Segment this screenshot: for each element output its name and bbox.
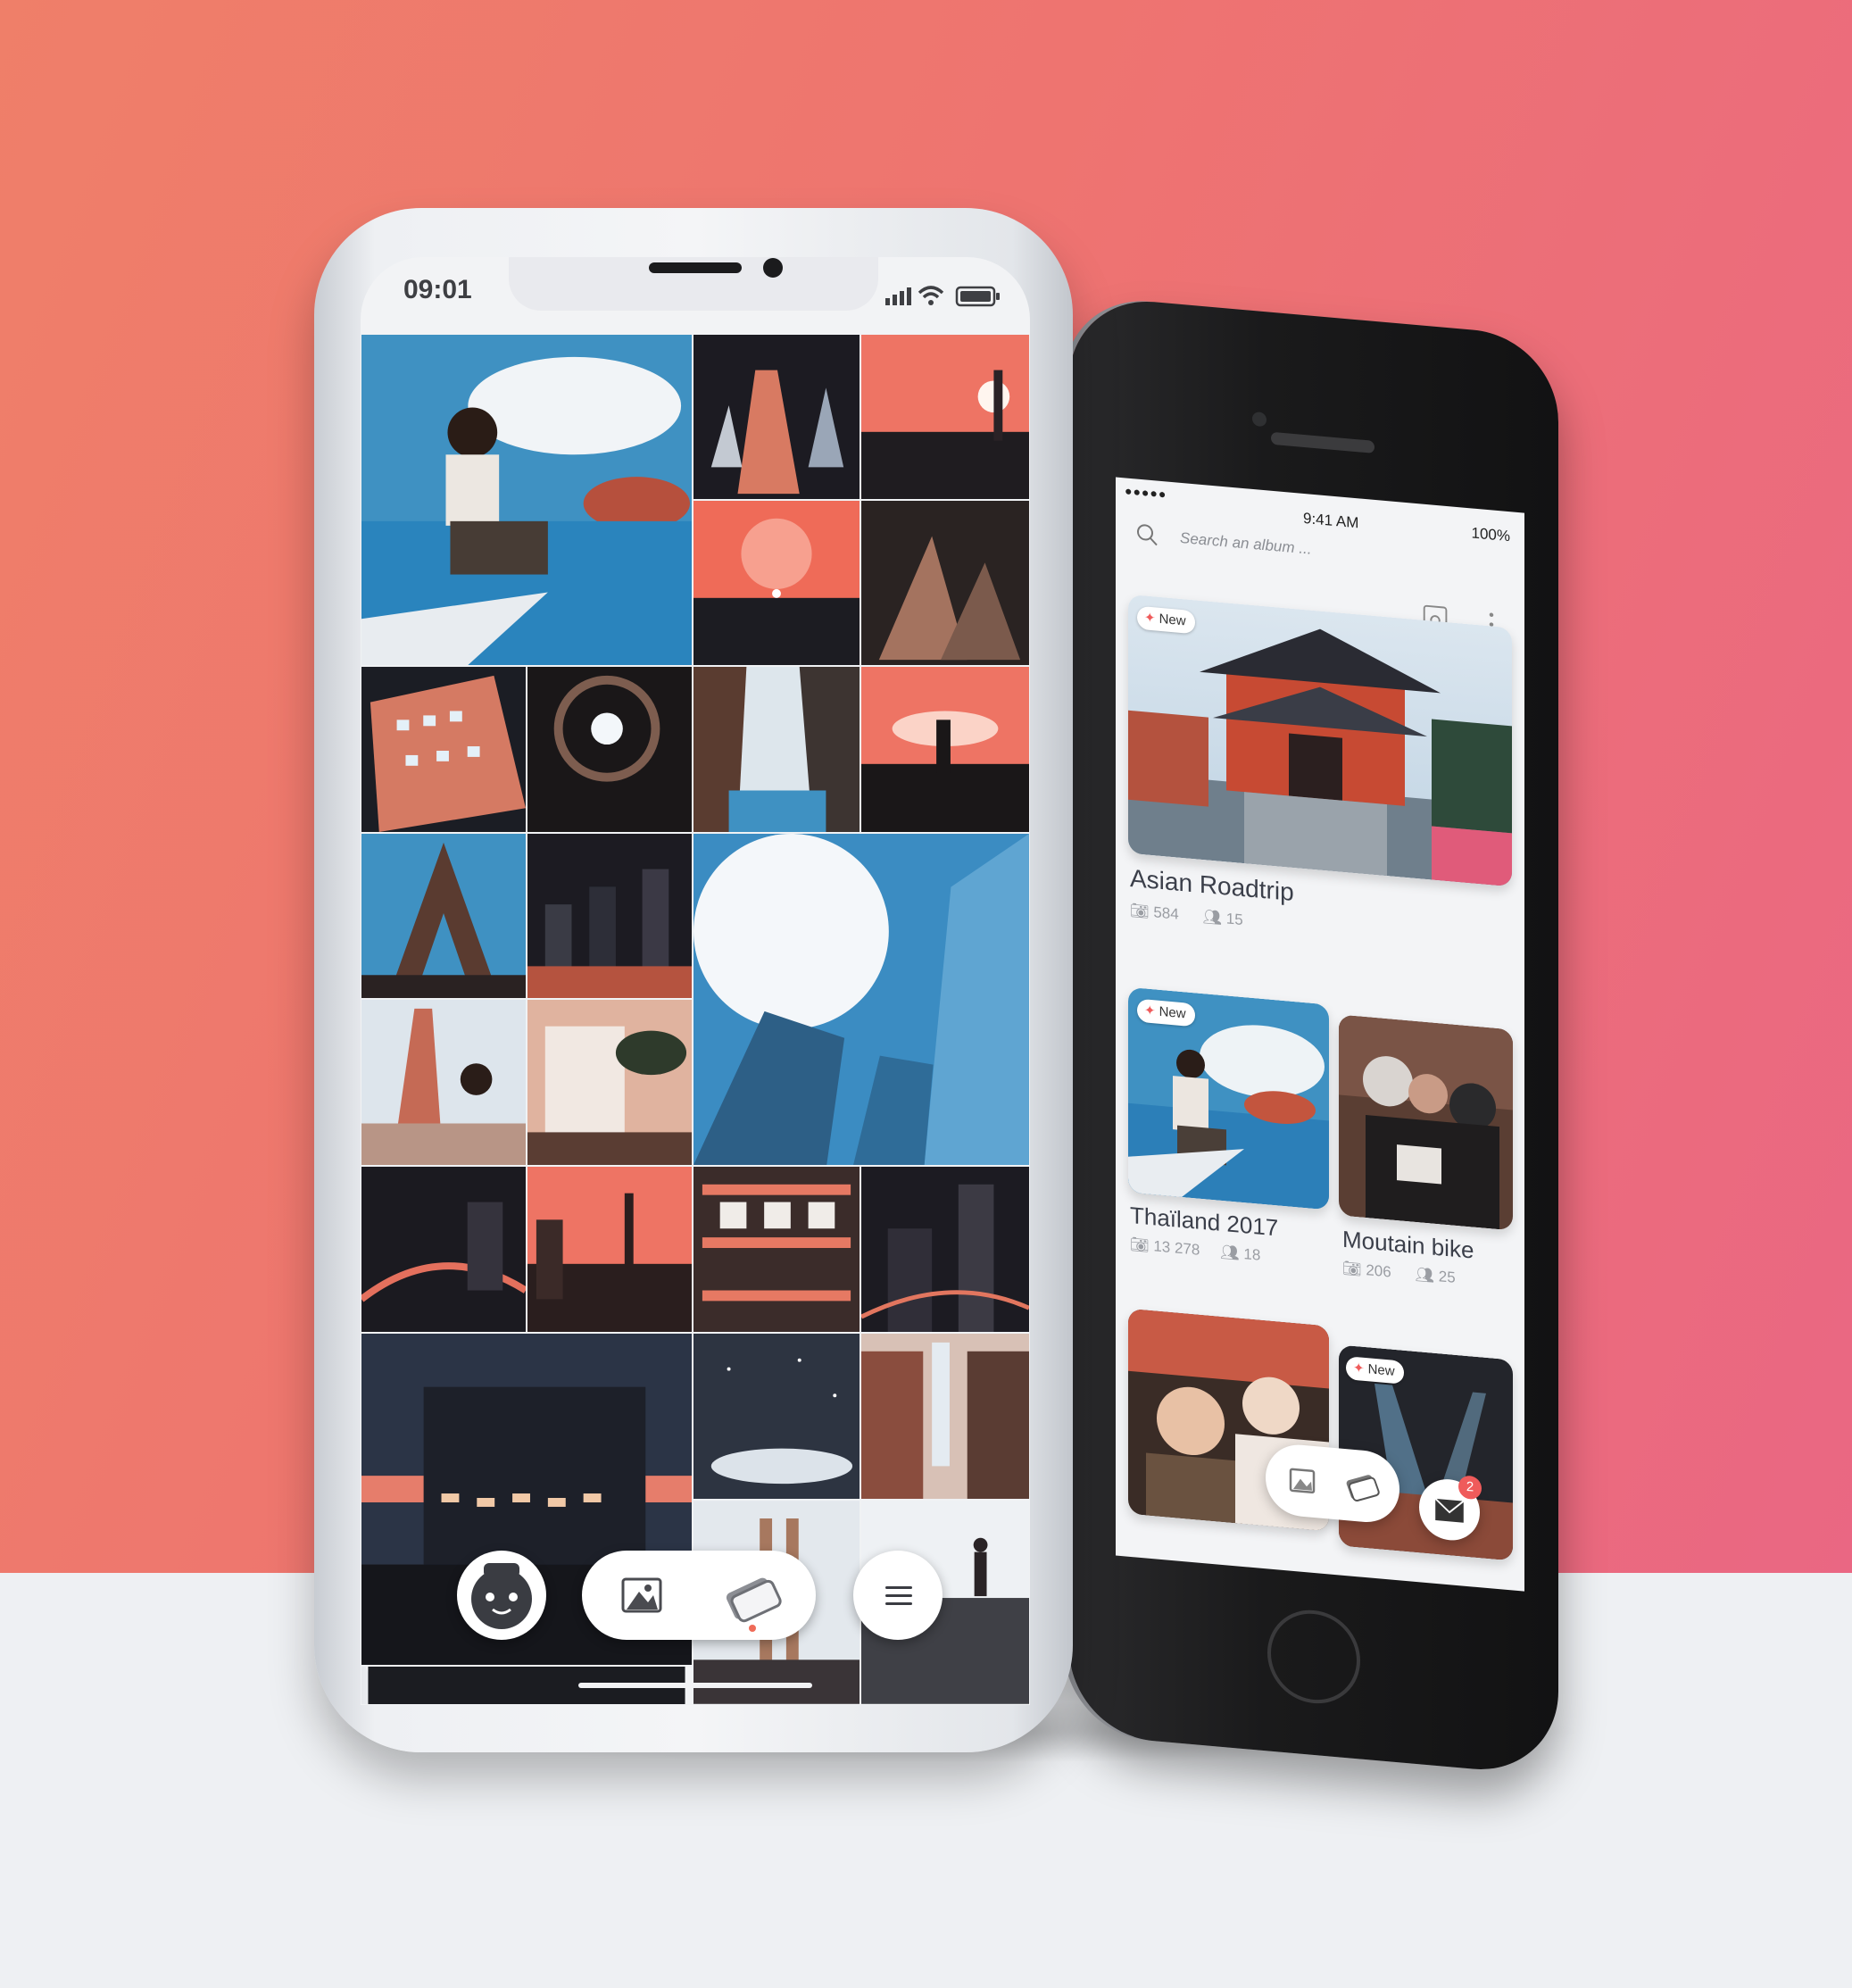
front-camera (763, 258, 783, 278)
album-stats: 📷︎ 13 278 👥︎ 18 (1130, 1235, 1326, 1274)
earpiece-speaker (649, 262, 742, 273)
status-time: 9:41 AM (1303, 509, 1359, 532)
photo-tile[interactable] (361, 999, 527, 1166)
photo-tile[interactable] (860, 666, 1030, 833)
photo-tile[interactable] (693, 666, 860, 833)
member-count: 18 (1243, 1245, 1261, 1264)
home-button[interactable] (1267, 1606, 1360, 1708)
member-count: 25 (1438, 1268, 1456, 1286)
photo-tile[interactable] (361, 833, 527, 999)
right-phone-screen: ●●●●● 9:41 AM 100% Search an album ... ✦… (1116, 477, 1524, 1592)
mascot-avatar-icon (471, 1563, 532, 1629)
active-tab-indicator (749, 1625, 756, 1632)
album-card-thailand[interactable]: ✦ New (1128, 986, 1329, 1210)
photo-tile[interactable] (860, 1333, 1030, 1500)
album-title: Asian Roadtrip (1130, 863, 1294, 907)
album-cover-temple (1128, 594, 1512, 887)
album-title: Moutain bike (1342, 1225, 1474, 1264)
photo-tile[interactable] (693, 500, 860, 666)
photo-count: 584 (1153, 903, 1179, 923)
album-title: Thaïland 2017 (1130, 1201, 1279, 1242)
photo-tile[interactable] (693, 1333, 860, 1500)
search-icon (1137, 524, 1158, 546)
photo-tile[interactable] (693, 334, 860, 500)
battery-level: 100% (1471, 524, 1510, 545)
photo-tile[interactable] (361, 1166, 527, 1333)
signal-indicator: ●●●●● (1125, 483, 1167, 502)
album-stats: 📷︎ 206 👥︎ 25 (1342, 1260, 1521, 1296)
sparkle-icon: ✦ (1353, 1360, 1365, 1377)
photos-icon[interactable] (1285, 1461, 1321, 1500)
photo-grid (361, 334, 1030, 1705)
album-card-asian-roadtrip[interactable]: ✦ New (1128, 594, 1512, 887)
earpiece-speaker (1271, 431, 1374, 453)
profile-button[interactable] (457, 1551, 546, 1640)
menu-icon (885, 1586, 912, 1605)
photo-tile[interactable] (860, 334, 1030, 500)
camera-icon: 📷︎ (1130, 901, 1150, 920)
status-icons (885, 286, 1000, 307)
camera-icon: 📷︎ (1130, 1235, 1150, 1254)
albums-icon[interactable] (1344, 1467, 1380, 1505)
members-icon: 👥︎ (1415, 1265, 1435, 1285)
photo-tile[interactable] (527, 999, 693, 1166)
photo-tile[interactable] (527, 833, 693, 999)
album-card-mountain-bike[interactable] (1339, 1014, 1513, 1231)
sparkle-icon: ✦ (1144, 610, 1156, 627)
photo-tile[interactable] (361, 666, 527, 833)
view-tabs (582, 1551, 816, 1640)
album-cover-bikers (1339, 1014, 1513, 1231)
status-time: 09:01 (403, 275, 472, 304)
photo-count: 206 (1366, 1261, 1391, 1281)
photo-count: 13 278 (1153, 1237, 1200, 1259)
camera-icon: 📷︎ (1342, 1259, 1362, 1278)
right-phone: ●●●●● 9:41 AM 100% Search an album ... ✦… (1069, 295, 1558, 1776)
members-icon: 👥︎ (1202, 908, 1223, 927)
album-stats: 📷︎ 584 👥︎ 15 (1130, 902, 1398, 946)
photo-tile[interactable] (527, 666, 693, 833)
photo-tile[interactable] (860, 1166, 1030, 1333)
mail-icon (1434, 1498, 1465, 1523)
menu-button[interactable] (853, 1551, 943, 1640)
search-input[interactable]: Search an album ... (1180, 529, 1311, 559)
members-icon: 👥︎ (1220, 1243, 1240, 1262)
photo-tile[interactable] (693, 1166, 860, 1333)
photos-icon[interactable] (616, 1568, 669, 1622)
battery-icon (955, 286, 1000, 307)
photo-tile[interactable] (361, 334, 693, 666)
photo-tile[interactable] (527, 1166, 693, 1333)
front-camera (1252, 411, 1267, 428)
photo-tile[interactable] (693, 833, 1030, 1166)
home-indicator (578, 1683, 812, 1688)
photo-tile[interactable] (860, 500, 1030, 666)
albums-icon[interactable] (723, 1570, 785, 1624)
member-count: 15 (1225, 910, 1243, 929)
wifi-icon (918, 286, 944, 305)
signal-icon (885, 287, 911, 305)
sparkle-icon: ✦ (1144, 1002, 1156, 1019)
